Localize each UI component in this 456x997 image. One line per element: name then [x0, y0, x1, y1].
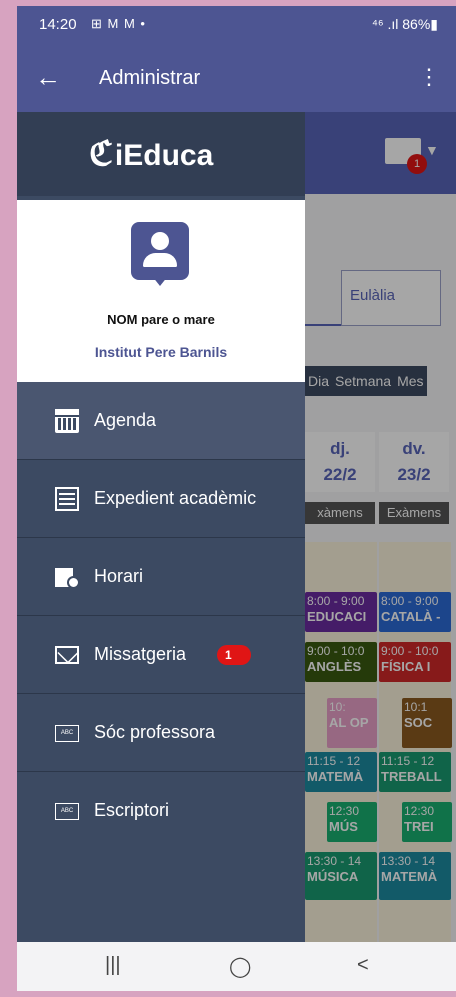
user-avatar-icon: [131, 222, 189, 286]
envelope-icon: [55, 646, 79, 664]
phone-screen: 14:20 ⊞ M M • ⁴⁶ .ıl 86%▮ ← Administrar …: [17, 6, 456, 991]
status-bar: 14:20 ⊞ M M • ⁴⁶ .ıl 86%▮: [17, 6, 456, 50]
menu-item-agenda[interactable]: Agenda: [17, 382, 305, 460]
profile-card: NOM pare o mare Institut Pere Barnils: [17, 200, 305, 382]
app-bar: ← Administrar ⋮: [17, 50, 456, 112]
calendar-icon: [55, 409, 79, 433]
menu-item-horari[interactable]: Horari: [17, 538, 305, 616]
system-navigation-bar: ||| ◯ <: [17, 942, 456, 991]
menu-item-label: Horari: [94, 566, 144, 586]
menu-item-label: Sóc professora: [94, 722, 216, 742]
drawer-menu: Agenda Expedient acadèmic Horari Missatg…: [17, 382, 305, 850]
status-notification-icons: ⊞ M M •: [91, 16, 146, 31]
menu-item-missatgeria[interactable]: Missatgeria 1: [17, 616, 305, 694]
navigation-drawer: ℭiEduca NOM pare o mare Institut Pere Ba…: [17, 112, 305, 942]
status-system-icons: ⁴⁶ .ıl 86%▮: [371, 16, 438, 32]
profile-name: NOM pare o mare: [107, 312, 215, 327]
abc-icon: ABC: [55, 803, 79, 820]
menu-item-escriptori[interactable]: ABC Escriptori: [17, 772, 305, 850]
menu-item-label: Escriptori: [94, 800, 170, 820]
home-button[interactable]: ◯: [229, 954, 251, 979]
menu-item-expedient[interactable]: Expedient acadèmic: [17, 460, 305, 538]
list-icon: [55, 487, 79, 511]
back-button[interactable]: <: [357, 954, 369, 977]
schedule-icon: [55, 565, 80, 589]
app-bar-title: Administrar: [99, 67, 201, 89]
back-arrow-icon[interactable]: ←: [35, 64, 61, 90]
overflow-menu-icon[interactable]: ⋮: [418, 64, 440, 90]
abc-icon: ABC: [55, 725, 79, 742]
status-time: 14:20: [39, 16, 77, 33]
recent-apps-button[interactable]: |||: [105, 954, 121, 977]
profile-school: Institut Pere Barnils: [94, 344, 228, 360]
brand-header: ℭiEduca: [17, 112, 305, 196]
menu-item-label: Expedient acadèmic: [94, 488, 257, 508]
ieduca-logo: ℭiEduca: [89, 135, 214, 173]
menu-item-label: Missatgeria: [94, 644, 187, 664]
menu-item-soc-professora[interactable]: ABC Sóc professora: [17, 694, 305, 772]
menu-item-label: Agenda: [94, 410, 157, 430]
unread-badge: 1: [217, 645, 251, 665]
